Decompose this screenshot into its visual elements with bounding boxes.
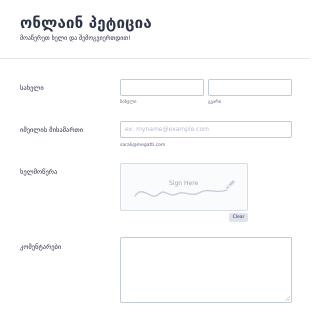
resize-grip-icon[interactable] (285, 296, 290, 301)
pen-icon (226, 180, 235, 189)
first-name-sublabel: სახელი (120, 100, 137, 105)
form-header: ონლაინ პეტიცია მოაწერეთ ხელი და შემოგვიე… (20, 14, 152, 42)
last-name-sublabel: გვარი (208, 100, 222, 105)
comments-label: კომენტარები (20, 243, 62, 251)
email-sublabel: sarali@megatti.com (120, 143, 166, 148)
header-divider (0, 58, 310, 59)
signature-prompt: Sign Here (169, 180, 199, 187)
email-label: იმეილის მისამართი (20, 126, 84, 134)
last-name-input[interactable] (208, 79, 292, 96)
name-label: სახელი (20, 84, 44, 92)
form-title: ონლაინ პეტიცია (20, 14, 152, 32)
signature-label: ხელმოწერა (20, 168, 58, 176)
signature-pad[interactable]: Sign Here (120, 163, 248, 211)
comments-textarea[interactable] (120, 237, 292, 303)
email-input[interactable] (120, 121, 292, 138)
form-subtitle: მოაწერეთ ხელი და შემოგვიერთდით! (20, 35, 131, 42)
first-name-input[interactable] (120, 79, 204, 96)
clear-signature-button[interactable]: Clear (229, 213, 248, 222)
